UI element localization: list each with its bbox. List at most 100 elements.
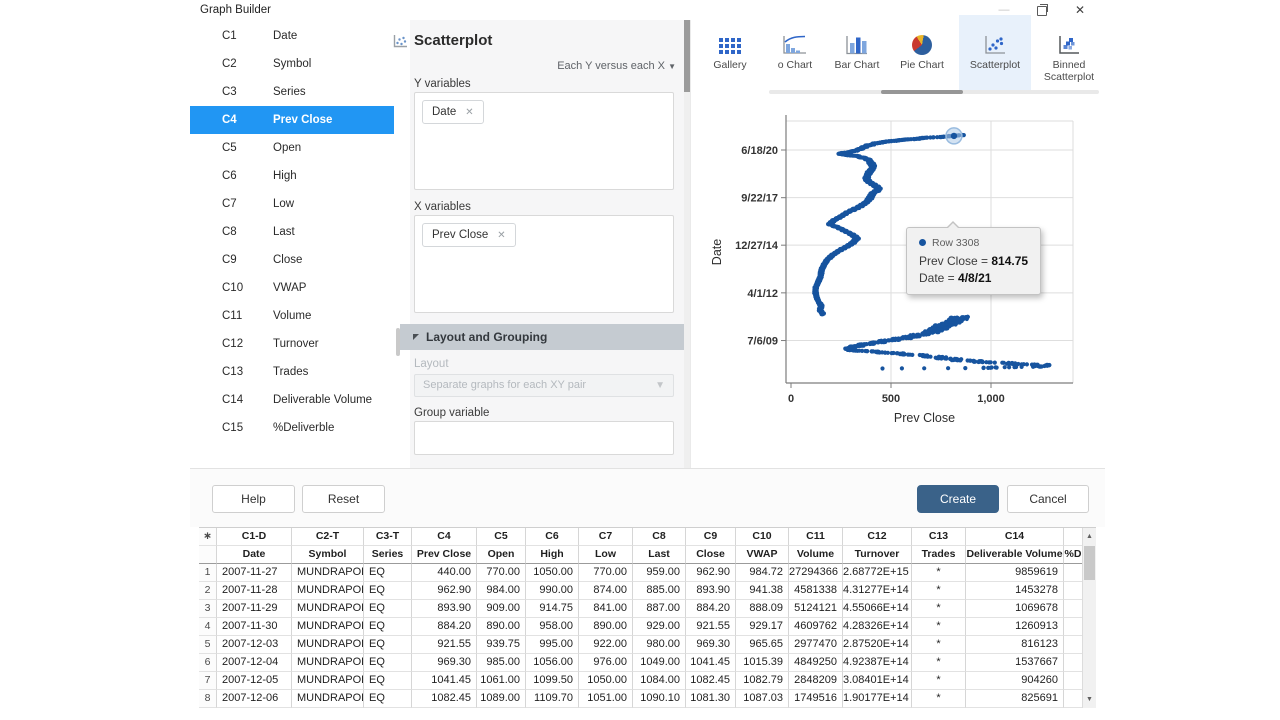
cell[interactable]: 890.00 bbox=[477, 618, 526, 636]
scrollbar-thumb[interactable] bbox=[1084, 546, 1095, 580]
cell[interactable]: EQ bbox=[364, 654, 412, 672]
cell[interactable]: 929.17 bbox=[736, 618, 789, 636]
create-button[interactable]: Create bbox=[917, 485, 999, 513]
gallery-item-bar-chart[interactable]: Bar Chart bbox=[825, 15, 889, 93]
cell[interactable]: EQ bbox=[364, 564, 412, 582]
table-vertical-scrollbar[interactable]: ▲ ▼ bbox=[1082, 528, 1096, 708]
x-variable-chip[interactable]: Prev Close✕ bbox=[422, 223, 516, 247]
cell[interactable]: 1082.45 bbox=[686, 672, 736, 690]
mode-dropdown[interactable]: Each Y versus each X ▼ bbox=[557, 60, 676, 72]
cell[interactable]: EQ bbox=[364, 672, 412, 690]
cell[interactable]: 893.90 bbox=[686, 582, 736, 600]
cell[interactable]: 962.90 bbox=[686, 564, 736, 582]
header-cell[interactable]: C7 bbox=[579, 528, 633, 546]
column-item-C3[interactable]: C3Series bbox=[190, 78, 394, 106]
header-cell[interactable]: C6 bbox=[526, 528, 579, 546]
group-variable-box[interactable] bbox=[414, 421, 674, 455]
cell[interactable]: 2007-11-29 bbox=[217, 600, 292, 618]
cell[interactable]: EQ bbox=[364, 618, 412, 636]
cell[interactable]: 893.90 bbox=[412, 600, 477, 618]
cell[interactable]: 914.75 bbox=[526, 600, 579, 618]
cell[interactable]: * bbox=[912, 654, 966, 672]
cell[interactable]: 984.00 bbox=[477, 582, 526, 600]
cell[interactable]: * bbox=[912, 636, 966, 654]
cell[interactable]: EQ bbox=[364, 690, 412, 708]
cell[interactable]: 1087.03 bbox=[736, 690, 789, 708]
column-item-C10[interactable]: C10VWAP bbox=[190, 274, 394, 302]
cell[interactable]: EQ bbox=[364, 600, 412, 618]
cell[interactable]: 4.31277E+14 bbox=[843, 582, 912, 600]
cell[interactable]: 2007-11-28 bbox=[217, 582, 292, 600]
column-item-C9[interactable]: C9Close bbox=[190, 246, 394, 274]
cell[interactable]: 440.00 bbox=[412, 564, 477, 582]
cell[interactable]: 5124121 bbox=[789, 600, 843, 618]
cell[interactable]: 841.00 bbox=[579, 600, 633, 618]
cell[interactable]: 816123 bbox=[966, 636, 1064, 654]
header-cell[interactable]: Trades bbox=[912, 546, 966, 564]
row-number[interactable]: 1 bbox=[199, 564, 217, 582]
header-cell[interactable]: ∗ bbox=[199, 528, 217, 546]
cell[interactable]: 909.00 bbox=[477, 600, 526, 618]
cell[interactable]: 922.00 bbox=[579, 636, 633, 654]
cancel-button[interactable]: Cancel bbox=[1007, 485, 1089, 513]
column-item-C14[interactable]: C14Deliverable Volume bbox=[190, 386, 394, 414]
gallery-item-scatterplot[interactable]: Scatterplot bbox=[959, 15, 1031, 93]
cell[interactable]: 884.20 bbox=[686, 600, 736, 618]
cell[interactable]: 2.68772E+15 bbox=[843, 564, 912, 582]
header-cell[interactable]: Turnover bbox=[843, 546, 912, 564]
column-item-C2[interactable]: C2Symbol bbox=[190, 50, 394, 78]
cell[interactable]: 995.00 bbox=[526, 636, 579, 654]
header-cell[interactable] bbox=[199, 546, 217, 564]
remove-chip-icon[interactable]: ✕ bbox=[497, 230, 505, 241]
gallery-horizontal-scrollbar[interactable] bbox=[769, 90, 1099, 94]
header-cell[interactable]: Low bbox=[579, 546, 633, 564]
cell[interactable]: 921.55 bbox=[686, 618, 736, 636]
cell[interactable]: 1015.39 bbox=[736, 654, 789, 672]
cell[interactable]: 958.00 bbox=[526, 618, 579, 636]
cell[interactable]: 1050.00 bbox=[526, 564, 579, 582]
cell[interactable]: 887.00 bbox=[633, 600, 686, 618]
cell[interactable]: 825691 bbox=[966, 690, 1064, 708]
cell[interactable]: 959.00 bbox=[633, 564, 686, 582]
row-number[interactable]: 5 bbox=[199, 636, 217, 654]
row-number[interactable]: 7 bbox=[199, 672, 217, 690]
column-item-C4[interactable]: C4Prev Close bbox=[190, 106, 394, 134]
column-item-C11[interactable]: C11Volume bbox=[190, 302, 394, 330]
cell[interactable]: 4609762 bbox=[789, 618, 843, 636]
scrollbar-thumb[interactable] bbox=[881, 90, 963, 94]
cell[interactable]: 890.00 bbox=[579, 618, 633, 636]
layout-grouping-section-header[interactable]: Layout and Grouping bbox=[400, 324, 690, 350]
gallery-item-binned-scatterplot[interactable]: Binned Scatterplot bbox=[1035, 15, 1103, 93]
cell[interactable]: 2007-12-04 bbox=[217, 654, 292, 672]
cell[interactable]: MUNDRAPORT bbox=[292, 582, 364, 600]
cell[interactable]: 4581338 bbox=[789, 582, 843, 600]
cell[interactable] bbox=[1064, 690, 1083, 708]
cell[interactable]: 1056.00 bbox=[526, 654, 579, 672]
cell[interactable]: 9859619 bbox=[966, 564, 1064, 582]
header-cell[interactable]: C3-T bbox=[364, 528, 412, 546]
cell[interactable]: MUNDRAPORT bbox=[292, 618, 364, 636]
cell[interactable]: 1061.00 bbox=[477, 672, 526, 690]
cell[interactable]: 1089.00 bbox=[477, 690, 526, 708]
cell[interactable]: * bbox=[912, 672, 966, 690]
header-cell[interactable]: Symbol bbox=[292, 546, 364, 564]
cell[interactable]: 969.30 bbox=[686, 636, 736, 654]
header-cell[interactable]: C9 bbox=[686, 528, 736, 546]
header-cell[interactable]: Last bbox=[633, 546, 686, 564]
header-cell[interactable]: C14 bbox=[966, 528, 1064, 546]
column-item-C6[interactable]: C6High bbox=[190, 162, 394, 190]
cell[interactable]: MUNDRAPORT bbox=[292, 690, 364, 708]
cell[interactable]: 2848209 bbox=[789, 672, 843, 690]
cell[interactable]: 1090.10 bbox=[633, 690, 686, 708]
cell[interactable]: 921.55 bbox=[412, 636, 477, 654]
cell[interactable]: 1537667 bbox=[966, 654, 1064, 672]
cell[interactable]: 962.90 bbox=[412, 582, 477, 600]
cell[interactable]: 2007-12-05 bbox=[217, 672, 292, 690]
cell[interactable]: 884.20 bbox=[412, 618, 477, 636]
scroll-up-icon[interactable]: ▲ bbox=[1083, 529, 1096, 544]
header-cell[interactable]: Date bbox=[217, 546, 292, 564]
cell[interactable] bbox=[1064, 582, 1083, 600]
cell[interactable]: MUNDRAPORT bbox=[292, 672, 364, 690]
cell[interactable]: MUNDRAPORT bbox=[292, 600, 364, 618]
header-cell[interactable]: C13 bbox=[912, 528, 966, 546]
